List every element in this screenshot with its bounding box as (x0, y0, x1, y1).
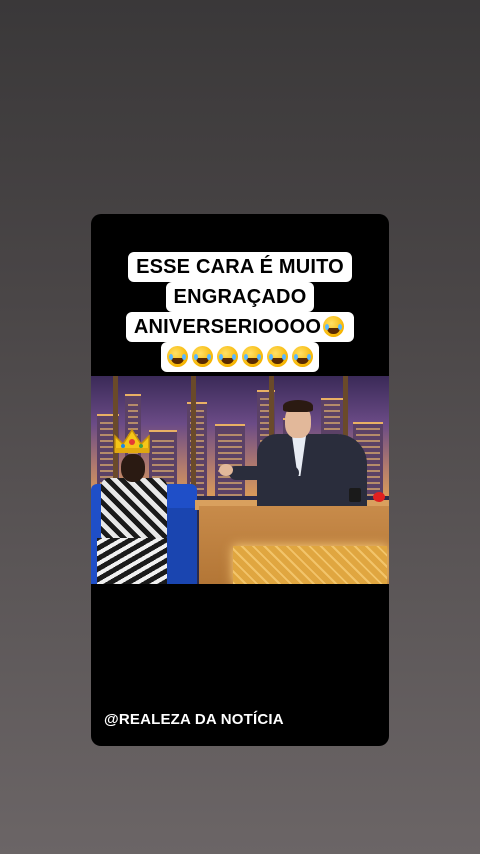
caption-line-3: ANIVERSERIOOOO (125, 312, 355, 342)
watermark-text: @REALEZA DA NOTÍCIA (104, 711, 284, 728)
caption-line-1: ESSE CARA É MUITO (128, 252, 352, 282)
guest-person (97, 454, 167, 584)
crown-icon (114, 428, 150, 453)
face-with-tears-of-joy-icon (217, 346, 238, 367)
caption-line-2: ENGRAÇADO (165, 282, 315, 312)
host-hand (219, 464, 233, 476)
face-with-tears-of-joy-icon (323, 316, 345, 337)
guest-head (121, 454, 145, 482)
face-with-tears-of-joy-icon (267, 346, 288, 367)
caption-line-3-text: ANIVERSERIOOOO (133, 316, 322, 338)
guest-pants (97, 538, 167, 584)
set-frame (191, 376, 196, 496)
story-screen: { "caption": { "lines": ["ESSE CARA É MU… (0, 0, 480, 854)
building (187, 402, 207, 496)
face-with-tears-of-joy-icon (167, 346, 188, 367)
desk-apple (373, 492, 385, 502)
video-frame[interactable] (91, 376, 389, 584)
desk-light-panel (233, 546, 387, 584)
face-with-tears-of-joy-icon (292, 346, 313, 367)
host-arm (229, 466, 299, 480)
face-with-tears-of-joy-icon (242, 346, 263, 367)
caption-line-4 (161, 342, 319, 372)
face-with-tears-of-joy-icon (192, 346, 213, 367)
caption-block: ESSE CARA É MUITO ENGRAÇADO ANIVERSERIOO… (91, 252, 389, 372)
host-person (219, 400, 387, 508)
story-card[interactable]: ESSE CARA É MUITO ENGRAÇADO ANIVERSERIOO… (91, 214, 389, 746)
guest-jacket (101, 478, 167, 540)
sofa-arm (167, 508, 197, 584)
host-hair (283, 400, 313, 412)
desk-mug (349, 488, 361, 502)
